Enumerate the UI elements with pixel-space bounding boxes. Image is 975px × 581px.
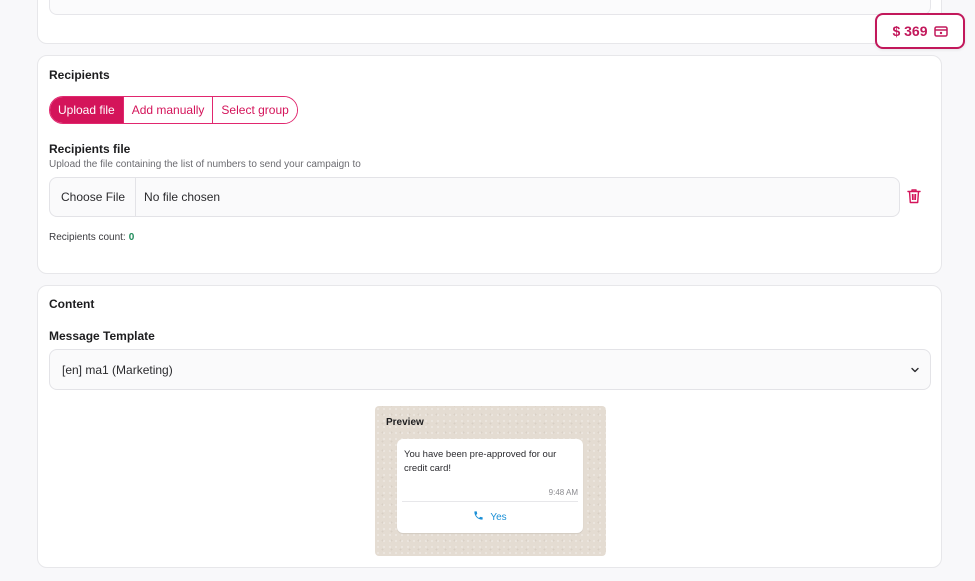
- recipients-title: Recipients: [49, 68, 110, 82]
- bubble-divider: [402, 501, 578, 502]
- balance-badge[interactable]: $ 369: [875, 13, 965, 49]
- message-template-select[interactable]: [en] ma1 (Marketing): [49, 349, 931, 390]
- previous-section-card: [37, 0, 942, 44]
- quick-reply-button[interactable]: Yes: [397, 505, 583, 529]
- content-title: Content: [49, 297, 95, 311]
- message-text: You have been pre-approved for our credi…: [404, 449, 557, 474]
- recipients-card: Recipients Upload file Add manually Sele…: [37, 55, 942, 274]
- file-status: No file chosen: [144, 190, 221, 204]
- preview-title: Preview: [386, 417, 424, 428]
- wallet-icon: [933, 25, 948, 37]
- recipients-source-tabs: Upload file Add manually Select group: [49, 96, 298, 124]
- message-template-label: Message Template: [49, 329, 155, 343]
- message-bubble: You have been pre-approved for our credi…: [397, 439, 583, 533]
- recipients-file-label: Recipients file: [49, 142, 131, 156]
- tab-select-group[interactable]: Select group: [212, 97, 297, 123]
- quick-reply-label: Yes: [490, 511, 507, 523]
- recipients-file-helper: Upload the file containing the list of n…: [49, 159, 361, 170]
- previous-field[interactable]: [49, 0, 931, 15]
- chevron-down-icon: [910, 364, 920, 378]
- recipients-count-label: Recipients count:: [49, 232, 126, 243]
- recipients-count-value: 0: [128, 232, 135, 243]
- trash-icon[interactable]: [907, 188, 923, 206]
- message-preview: Preview You have been pre-approved for o…: [375, 406, 606, 556]
- tab-upload-file[interactable]: Upload file: [50, 97, 123, 123]
- message-time: 9:48 AM: [548, 488, 578, 497]
- choose-file-button[interactable]: Choose File: [50, 178, 137, 216]
- balance-amount: $ 369: [892, 23, 928, 39]
- phone-icon: [473, 510, 484, 524]
- message-template-value: [en] ma1 (Marketing): [62, 362, 173, 377]
- content-card: Content Message Template [en] ma1 (Marke…: [37, 285, 942, 568]
- recipients-file-input[interactable]: Choose File No file chosen: [49, 177, 900, 217]
- recipients-count: Recipients count: 0: [49, 232, 134, 243]
- tab-add-manually[interactable]: Add manually: [122, 97, 213, 123]
